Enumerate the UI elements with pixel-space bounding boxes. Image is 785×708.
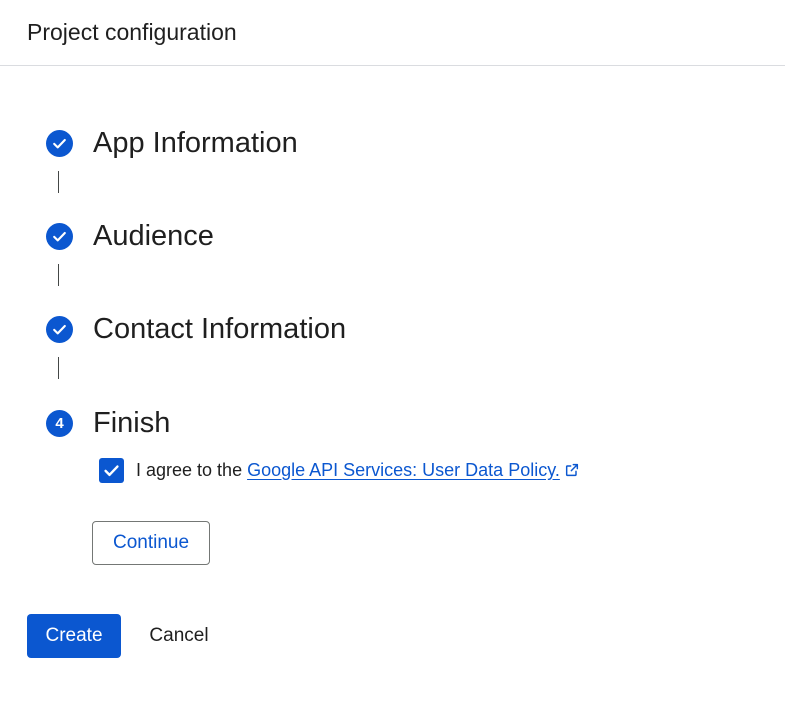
step-number-badge: 4 bbox=[46, 410, 73, 437]
step-label: Contact Information bbox=[93, 313, 347, 345]
check-circle-icon bbox=[46, 130, 73, 157]
user-data-policy-link[interactable]: Google API Services: User Data Policy. bbox=[247, 460, 560, 481]
step-connector bbox=[58, 171, 59, 193]
step-label: Audience bbox=[93, 220, 214, 252]
step-connector bbox=[58, 357, 59, 379]
check-circle-icon bbox=[46, 316, 73, 343]
page-title: Project configuration bbox=[27, 19, 237, 45]
cancel-button[interactable]: Cancel bbox=[136, 614, 222, 658]
page-header: Project configuration bbox=[0, 0, 785, 66]
create-button[interactable]: Create bbox=[27, 614, 121, 658]
step-connector bbox=[58, 264, 59, 286]
check-circle-icon bbox=[46, 223, 73, 250]
agreement-text: I agree to the bbox=[136, 459, 243, 480]
step-label: App Information bbox=[93, 127, 298, 159]
agreement-row: I agree to the Google API Services: User… bbox=[99, 457, 580, 483]
checkmark-icon bbox=[104, 464, 119, 476]
step-label: Finish bbox=[93, 407, 171, 439]
agree-checkbox[interactable] bbox=[99, 457, 124, 483]
continue-button[interactable]: Continue bbox=[92, 521, 210, 565]
external-link-icon[interactable] bbox=[564, 462, 580, 478]
